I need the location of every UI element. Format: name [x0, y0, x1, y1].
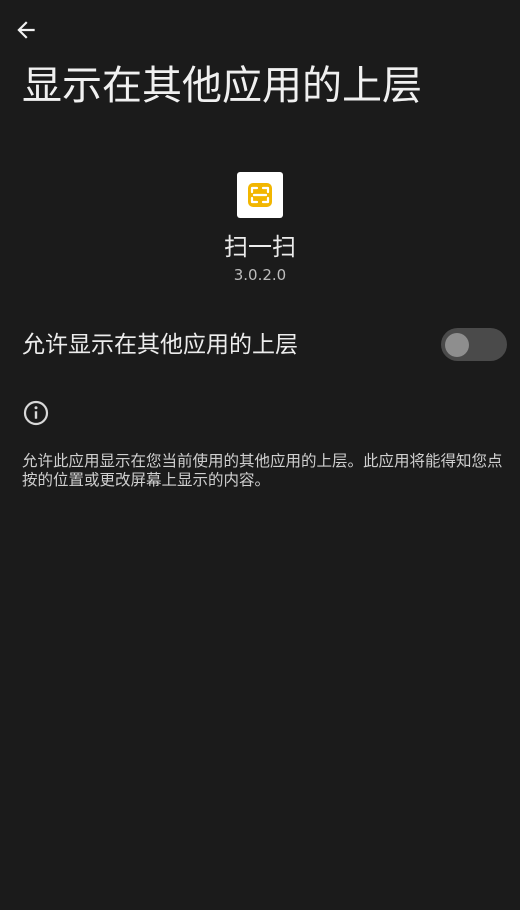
- arrow-left-icon: [17, 21, 35, 39]
- back-button[interactable]: [10, 14, 42, 46]
- permission-description: 允许此应用显示在您当前使用的其他应用的上层。此应用将能得知您点按的位置或更改屏幕…: [22, 452, 503, 489]
- overlay-permission-screen: 显示在其他应用的上层 扫一扫 3.0.2.0 允许显示在其他应用的上层 允许此应…: [0, 0, 520, 910]
- toggle-thumb: [445, 332, 469, 357]
- app-icon: [237, 172, 283, 218]
- allow-overlay-toggle[interactable]: [441, 328, 507, 361]
- app-version: 3.0.2.0: [233, 266, 287, 284]
- info-icon: [23, 400, 49, 426]
- page-title: 显示在其他应用的上层: [22, 63, 422, 109]
- app-header: 扫一扫 3.0.2.0: [0, 172, 520, 285]
- scan-frame-icon: [248, 183, 272, 207]
- app-name: 扫一扫: [224, 233, 296, 261]
- allow-overlay-label: 允许显示在其他应用的上层: [22, 332, 298, 358]
- allow-overlay-setting-row[interactable]: 允许显示在其他应用的上层: [0, 320, 520, 370]
